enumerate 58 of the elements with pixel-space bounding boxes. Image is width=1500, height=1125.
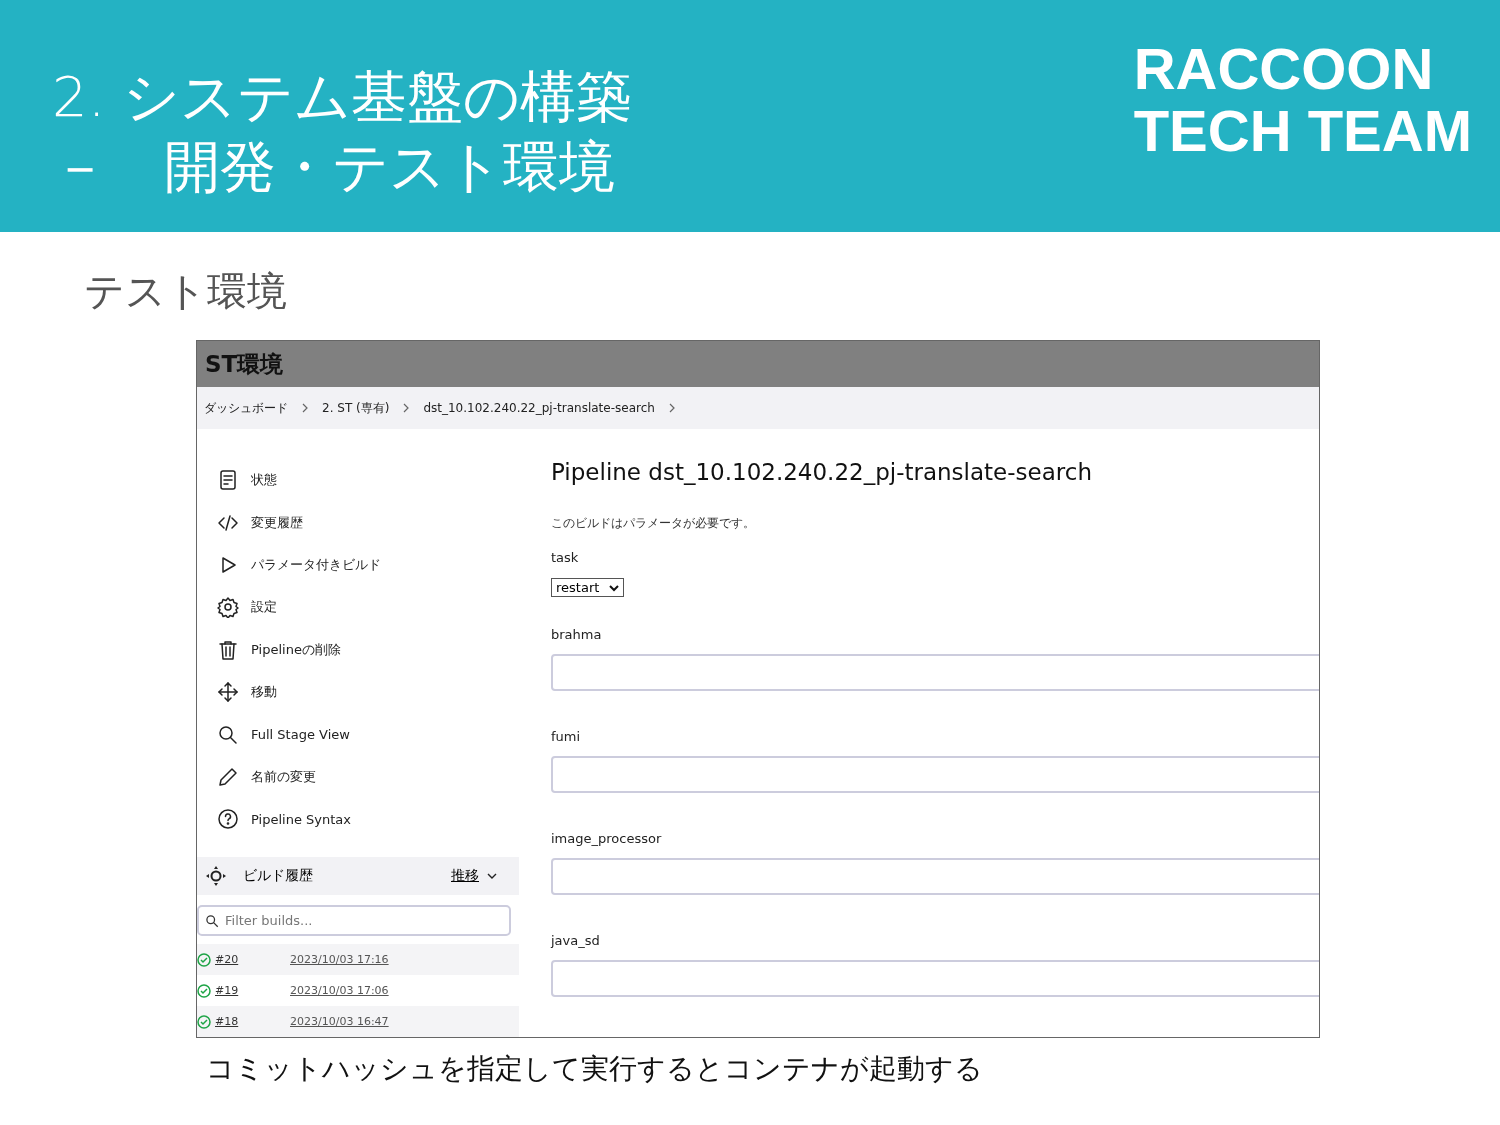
success-check-icon — [197, 1014, 211, 1029]
sidebar-item[interactable]: Pipeline Syntax — [251, 811, 351, 827]
breadcrumb-link[interactable]: 2. ST (専有) — [322, 399, 390, 417]
status-icon — [217, 469, 239, 492]
sidebar-item[interactable]: Full Stage View — [251, 727, 350, 743]
sidebar-item[interactable]: 名前の変更 — [251, 767, 316, 786]
slide-subtitle: テスト環境 — [84, 267, 288, 316]
move-icon — [217, 681, 239, 704]
text-field[interactable] — [551, 756, 1319, 793]
parameter-label: brahma — [551, 627, 603, 642]
build-number-link[interactable]: #18 — [215, 1015, 290, 1028]
build-number-link[interactable]: #19 — [215, 984, 290, 997]
chevron-icon — [668, 403, 675, 413]
help-icon — [217, 808, 239, 831]
build-time-link[interactable]: 2023/10/03 17:06 — [290, 984, 389, 997]
filter-placeholder: Filter builds... — [225, 913, 313, 929]
slide-title: － 開発・テスト環境 — [52, 133, 616, 201]
success-check-icon — [197, 952, 211, 967]
parameter-label: task — [551, 550, 580, 565]
parameter-label: fumi — [551, 729, 582, 744]
parameter-label: image_processor — [551, 831, 663, 846]
caret-icon — [609, 583, 620, 592]
trend-link[interactable]: 推移 — [451, 866, 479, 885]
sidebar-item[interactable]: 移動 — [251, 683, 277, 702]
sidebar-item[interactable]: 設定 — [251, 598, 277, 617]
trash-icon — [217, 638, 239, 661]
build-time-link[interactable]: 2023/10/03 16:47 — [290, 1015, 389, 1028]
caret-icon[interactable] — [487, 871, 497, 880]
breadcrumb-link[interactable]: ダッシュボード — [204, 399, 288, 417]
sidebar-item[interactable]: Pipelineの削除 — [251, 640, 341, 659]
slide-title: 2. システム基盤の構築 — [52, 63, 633, 131]
pipeline-heading: Pipeline dst_10.102.240.22_pj-translate-search — [551, 459, 1093, 485]
parameter-label: java_sd — [551, 933, 601, 948]
logo-text: RACCOON — [1133, 38, 1435, 100]
success-check-icon — [197, 983, 211, 998]
text-field[interactable] — [551, 654, 1319, 691]
parameter-note: このビルドはパラメータが必要です。 — [551, 515, 756, 532]
gear-icon — [217, 596, 239, 619]
task-select[interactable]: restart — [551, 578, 625, 597]
search-icon — [205, 913, 219, 928]
pencil-icon — [217, 765, 239, 788]
build-number-link[interactable]: #20 — [215, 953, 290, 966]
sidebar-item[interactable]: 状態 — [251, 471, 277, 490]
text-field[interactable] — [551, 858, 1319, 895]
chevron-icon — [302, 403, 308, 413]
breadcrumb-link[interactable]: dst_10.102.240.22_pj-translate-search — [423, 401, 655, 415]
window-title: ST環境 — [197, 341, 1319, 387]
chevron-icon — [403, 403, 410, 413]
sidebar-item[interactable]: パラメータ付きビルド — [251, 555, 381, 574]
sun-icon — [205, 864, 227, 887]
slide-caption: コミットハッシュを指定して実行するとコンテナが起動する — [206, 1051, 984, 1087]
build-history-title: ビルド履歴 — [243, 866, 314, 885]
build-time-link[interactable]: 2023/10/03 17:16 — [290, 953, 389, 966]
sidebar-item[interactable]: 変更履歴 — [251, 513, 303, 532]
logo-text: TECH TEAM — [1133, 100, 1472, 162]
filter-field[interactable]: Filter builds... — [197, 905, 511, 936]
text-field[interactable] — [551, 960, 1319, 997]
search-icon — [217, 723, 239, 746]
